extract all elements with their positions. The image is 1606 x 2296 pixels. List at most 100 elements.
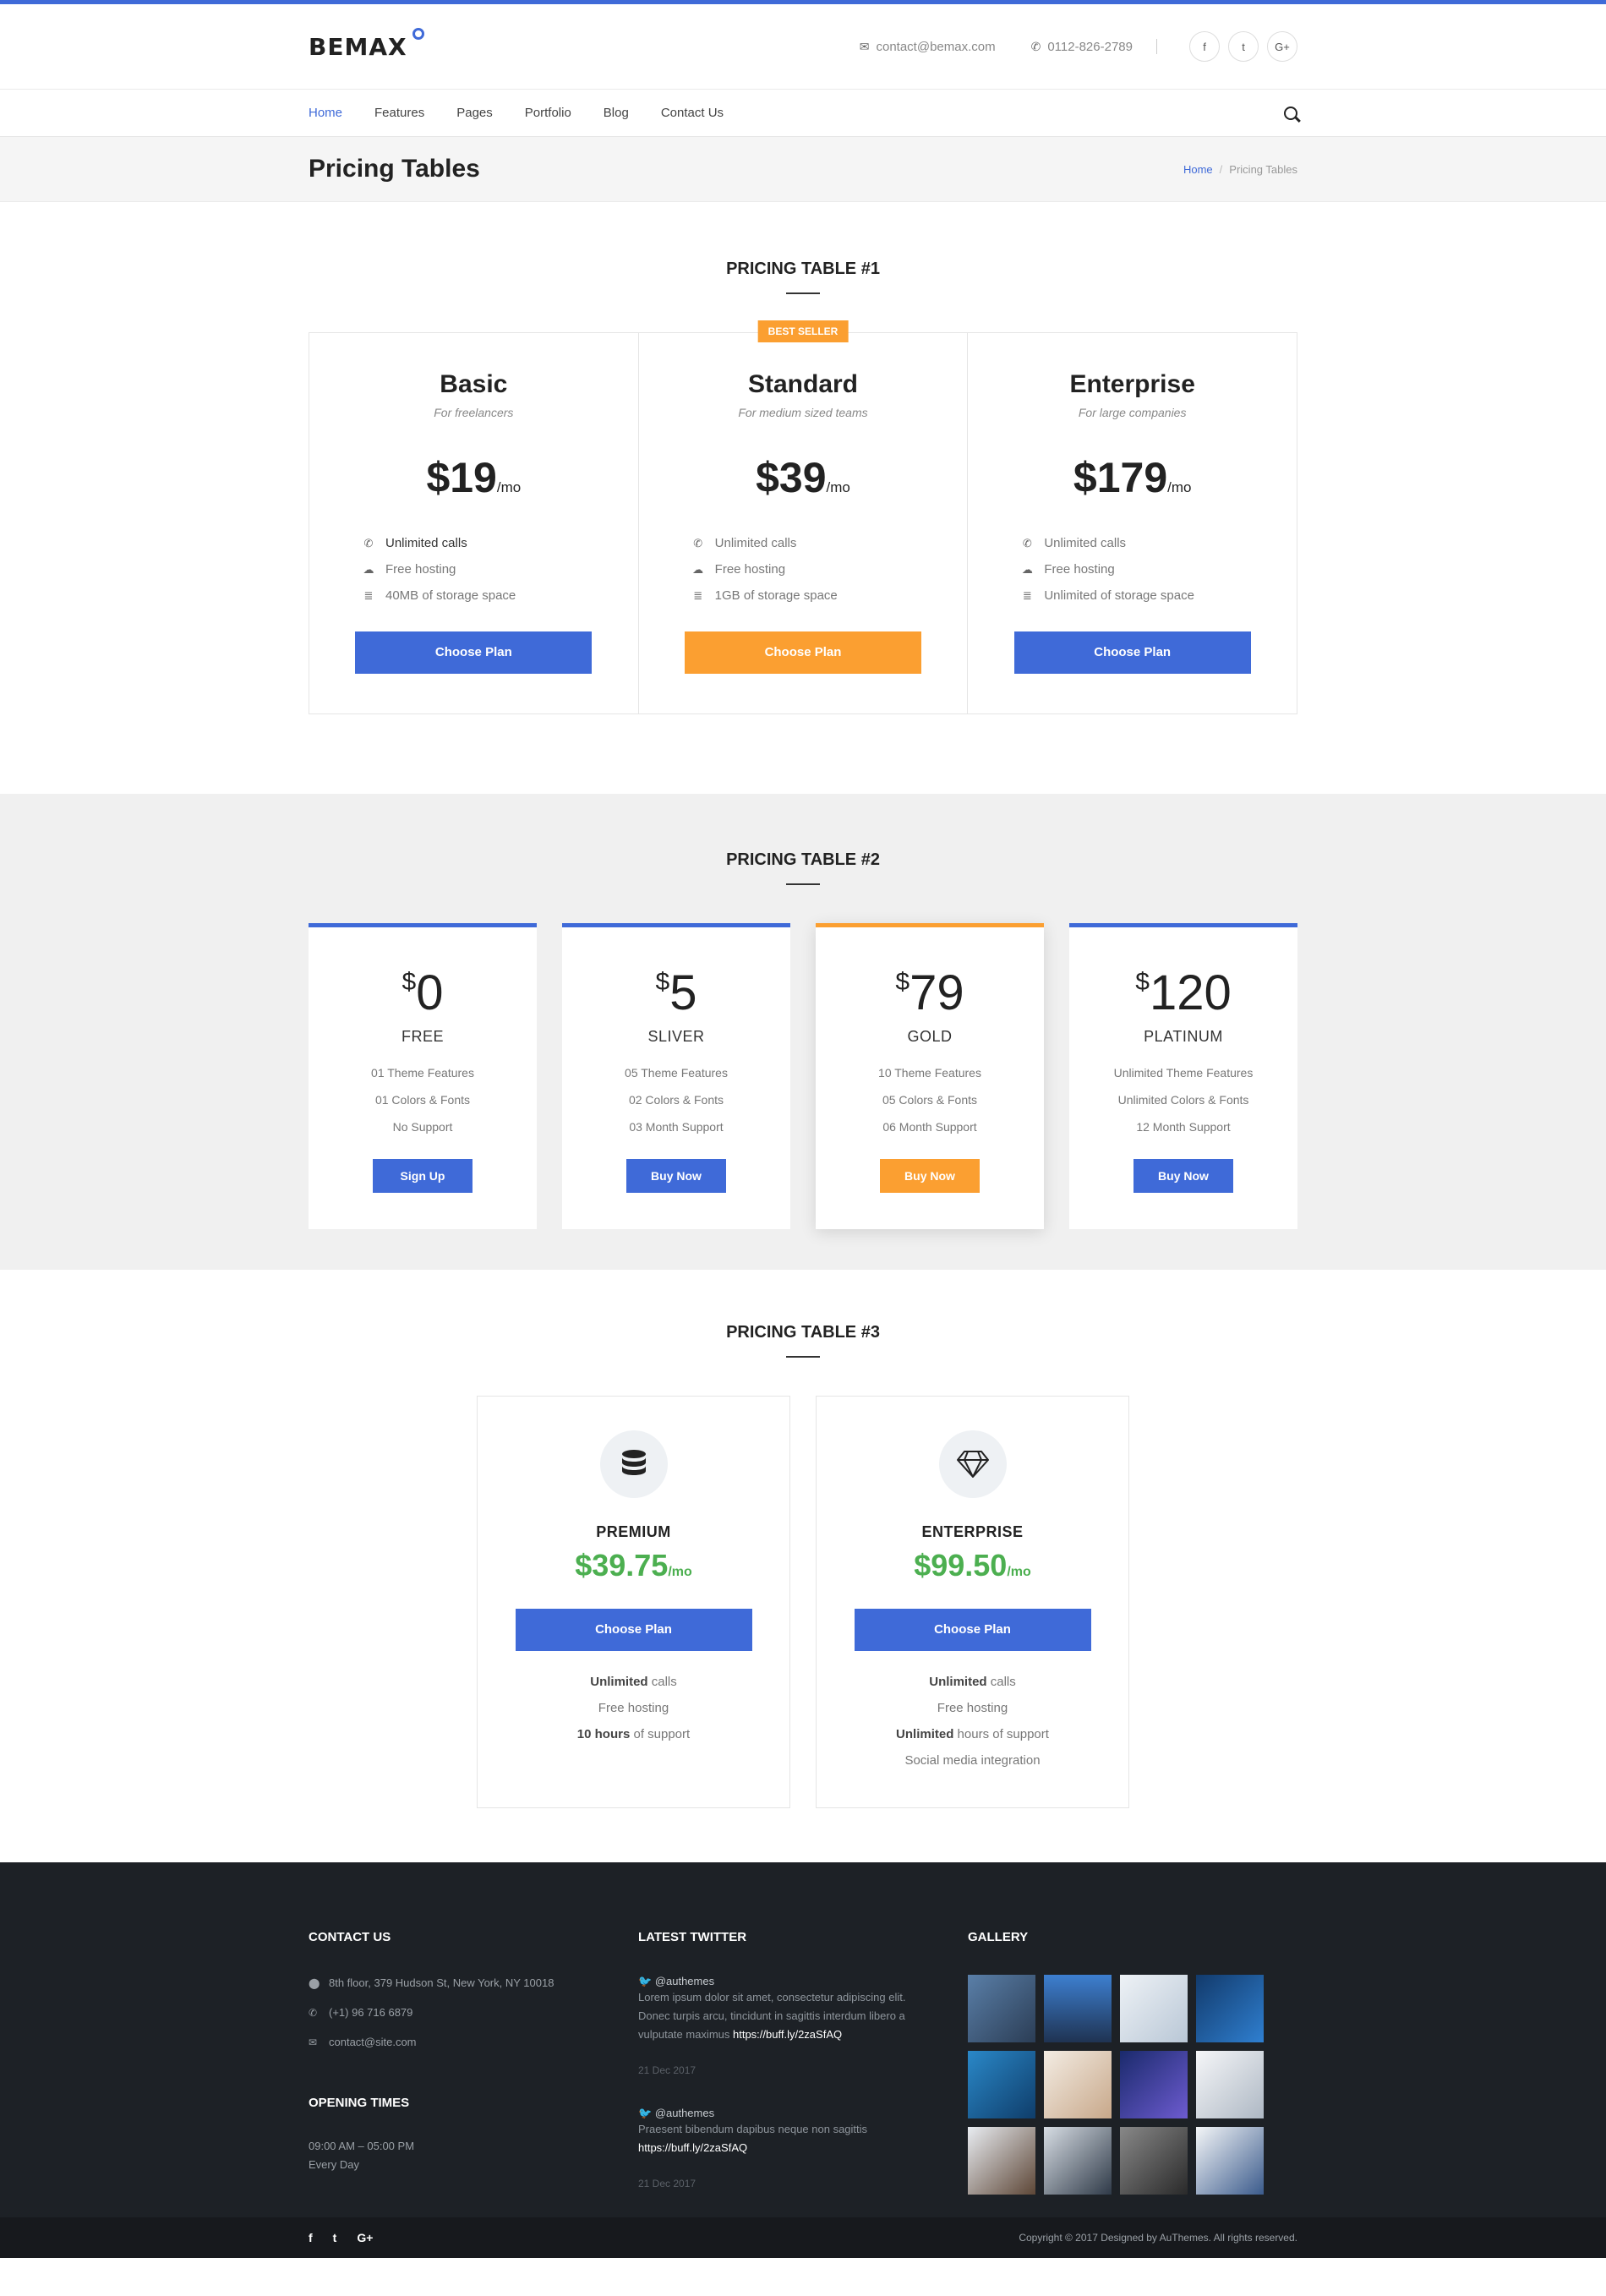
phone-icon: ✆ — [1022, 536, 1032, 549]
feature-item: 10 Theme Features — [878, 1066, 981, 1080]
nav-features[interactable]: Features — [374, 106, 424, 120]
feature-text: Unlimited calls — [714, 536, 797, 550]
envelope-icon: ✉ — [859, 39, 870, 53]
choose-plan-button[interactable]: Choose Plan — [515, 1609, 752, 1651]
gallery-grid — [968, 1975, 1297, 2195]
gallery-image[interactable] — [1120, 1975, 1188, 2042]
nav-pages[interactable]: Pages — [456, 106, 493, 120]
tweet: 🐦 @authemes Lorem ipsum dolor sit amet, … — [638, 1975, 968, 2076]
section-title: PRICING TABLE #2 — [0, 850, 1606, 885]
database-icon: ≣ — [363, 588, 374, 602]
feature-item: Unlimited Theme Features — [1113, 1066, 1254, 1080]
feature-item: 05 Colors & Fonts — [882, 1093, 978, 1107]
days-text: Every Day — [309, 2158, 359, 2171]
currency-symbol: $ — [895, 968, 910, 996]
tweet-link[interactable]: https://buff.ly/2zaSfAQ — [638, 2141, 747, 2154]
feature-list: Unlimited calls Free hosting 10 hours of… — [478, 1675, 789, 1741]
choose-plan-button[interactable]: Choose Plan — [685, 631, 921, 674]
buy-now-button[interactable]: Buy Now — [1133, 1159, 1233, 1193]
header-email[interactable]: ✉ contact@bemax.com — [860, 40, 996, 54]
plan-price: $19/mo — [309, 453, 638, 502]
breadcrumb-home[interactable]: Home — [1183, 163, 1213, 176]
feature-item: 06 Month Support — [882, 1120, 977, 1134]
tweet-date: 21 Dec 2017 — [638, 2178, 696, 2189]
plan-free: $0 FREE 01 Theme Features 01 Colors & Fo… — [309, 923, 537, 1229]
feature-highlight: Unlimited — [590, 1675, 648, 1689]
sign-up-button[interactable]: Sign Up — [373, 1159, 473, 1193]
choose-plan-button[interactable]: Choose Plan — [854, 1609, 1091, 1651]
logo[interactable]: BEMAX — [309, 27, 424, 61]
feature-list: Unlimited calls Free hosting Unlimited h… — [817, 1675, 1128, 1768]
tweet-link[interactable]: https://buff.ly/2zaSfAQ — [733, 2028, 842, 2041]
nav-portfolio[interactable]: Portfolio — [525, 106, 571, 120]
price-unit: /mo — [1007, 1565, 1031, 1579]
tweet-body: Praesent bibendum dapibus neque non sagi… — [638, 2120, 926, 2157]
googleplus-icon[interactable]: G+ — [357, 2231, 373, 2244]
pricing-table-2: PRICING TABLE #2 $0 FREE 01 Theme Featur… — [0, 794, 1606, 1270]
plan-price: $79 — [816, 965, 1044, 1021]
tweet: 🐦 @authemes Praesent bibendum dapibus ne… — [638, 2107, 968, 2189]
site-header: BEMAX ✉ contact@bemax.com ✆ 0112-826-2789 … — [0, 4, 1606, 90]
phone-icon: ✆ — [1030, 39, 1041, 53]
tweet-handle[interactable]: 🐦 @authemes — [638, 2107, 968, 2120]
gallery-image[interactable] — [968, 2051, 1035, 2118]
feature-text: of support — [630, 1727, 691, 1741]
feature-item: 01 Colors & Fonts — [374, 1093, 471, 1107]
feature-item: Unlimited hours of support — [817, 1727, 1128, 1741]
buy-now-button[interactable]: Buy Now — [626, 1159, 726, 1193]
footer-email[interactable]: ✉ contact@site.com — [309, 2036, 638, 2048]
buy-now-button[interactable]: Buy Now — [880, 1159, 980, 1193]
feature-item: ✆ Unlimited calls — [360, 536, 638, 550]
plan-price: $39/mo — [639, 453, 968, 502]
twitter-icon[interactable]: t — [333, 2231, 337, 2244]
feature-highlight: Unlimited — [929, 1675, 987, 1689]
facebook-icon[interactable]: f — [1189, 31, 1220, 62]
footer-twitter: LATEST TWITTER 🐦 @authemes Lorem ipsum d… — [638, 1930, 968, 2195]
price-amount: 79 — [910, 965, 964, 1020]
gallery-image[interactable] — [1196, 2127, 1264, 2195]
envelope-icon: ✉ — [309, 2036, 318, 2048]
feature-list: 01 Theme Features 01 Colors & Fonts No S… — [309, 1066, 537, 1134]
feature-text: Free hosting — [1044, 562, 1115, 577]
address-text: 8th floor, 379 Hudson St, New York, NY 1… — [329, 1976, 554, 1989]
gallery-image[interactable] — [1044, 2051, 1112, 2118]
gallery-image[interactable] — [968, 1975, 1035, 2042]
googleplus-icon[interactable]: G+ — [1267, 31, 1297, 62]
plan-subtitle: For large companies — [1078, 406, 1187, 419]
price-amount: 120 — [1149, 965, 1232, 1020]
twitter-icon[interactable]: t — [1228, 31, 1259, 62]
choose-plan-button[interactable]: Choose Plan — [355, 631, 593, 674]
choose-plan-button[interactable]: Choose Plan — [1013, 631, 1251, 674]
pricing-row: $0 FREE 01 Theme Features 01 Colors & Fo… — [309, 923, 1297, 1229]
nav-home[interactable]: Home — [309, 106, 342, 120]
gallery-image[interactable] — [1196, 2051, 1264, 2118]
feature-item: Free hosting — [478, 1701, 789, 1715]
facebook-icon[interactable]: f — [309, 2231, 313, 2244]
gallery-image[interactable] — [1196, 1975, 1264, 2042]
copyright-bar: f t G+ Copyright © 2017 Designed by AuTh… — [0, 2217, 1606, 2258]
feature-list: ✆ Unlimited calls ☁ Free hosting ≣ 40MB of … — [360, 536, 638, 603]
pricing-table-3: PRICING TABLE #3 PREMIUM $39.75/mo Choos… — [0, 1270, 1606, 1862]
gallery-image[interactable] — [1044, 2127, 1112, 2195]
price-unit: /mo — [826, 479, 850, 495]
gallery-image[interactable] — [1120, 2127, 1188, 2195]
tweet-handle[interactable]: 🐦 @authemes — [638, 1975, 968, 1988]
price-amount: $19 — [426, 454, 497, 501]
price-amount: $39 — [756, 454, 827, 501]
gallery-image[interactable] — [968, 2127, 1035, 2195]
plan-platinum: $120 PLATINUM Unlimited Theme Features U… — [1069, 923, 1297, 1229]
feature-text: 1GB of storage space — [714, 588, 838, 603]
nav-blog[interactable]: Blog — [604, 106, 629, 120]
handle-text: @authemes — [654, 2107, 715, 2119]
twitter-icon: 🐦 — [638, 2107, 655, 2119]
search-icon[interactable] — [1284, 106, 1297, 120]
phone-icon: ✆ — [363, 536, 374, 549]
logo-ring — [412, 27, 424, 40]
gallery-image[interactable] — [1120, 2051, 1188, 2118]
feature-item: 05 Theme Features — [625, 1066, 728, 1080]
gallery-image[interactable] — [1044, 1975, 1112, 2042]
feature-text: Free hosting — [385, 562, 456, 577]
price-amount: $39.75 — [575, 1548, 669, 1583]
nav-contact[interactable]: Contact Us — [661, 106, 724, 120]
plan-subtitle: For freelancers — [434, 406, 514, 419]
